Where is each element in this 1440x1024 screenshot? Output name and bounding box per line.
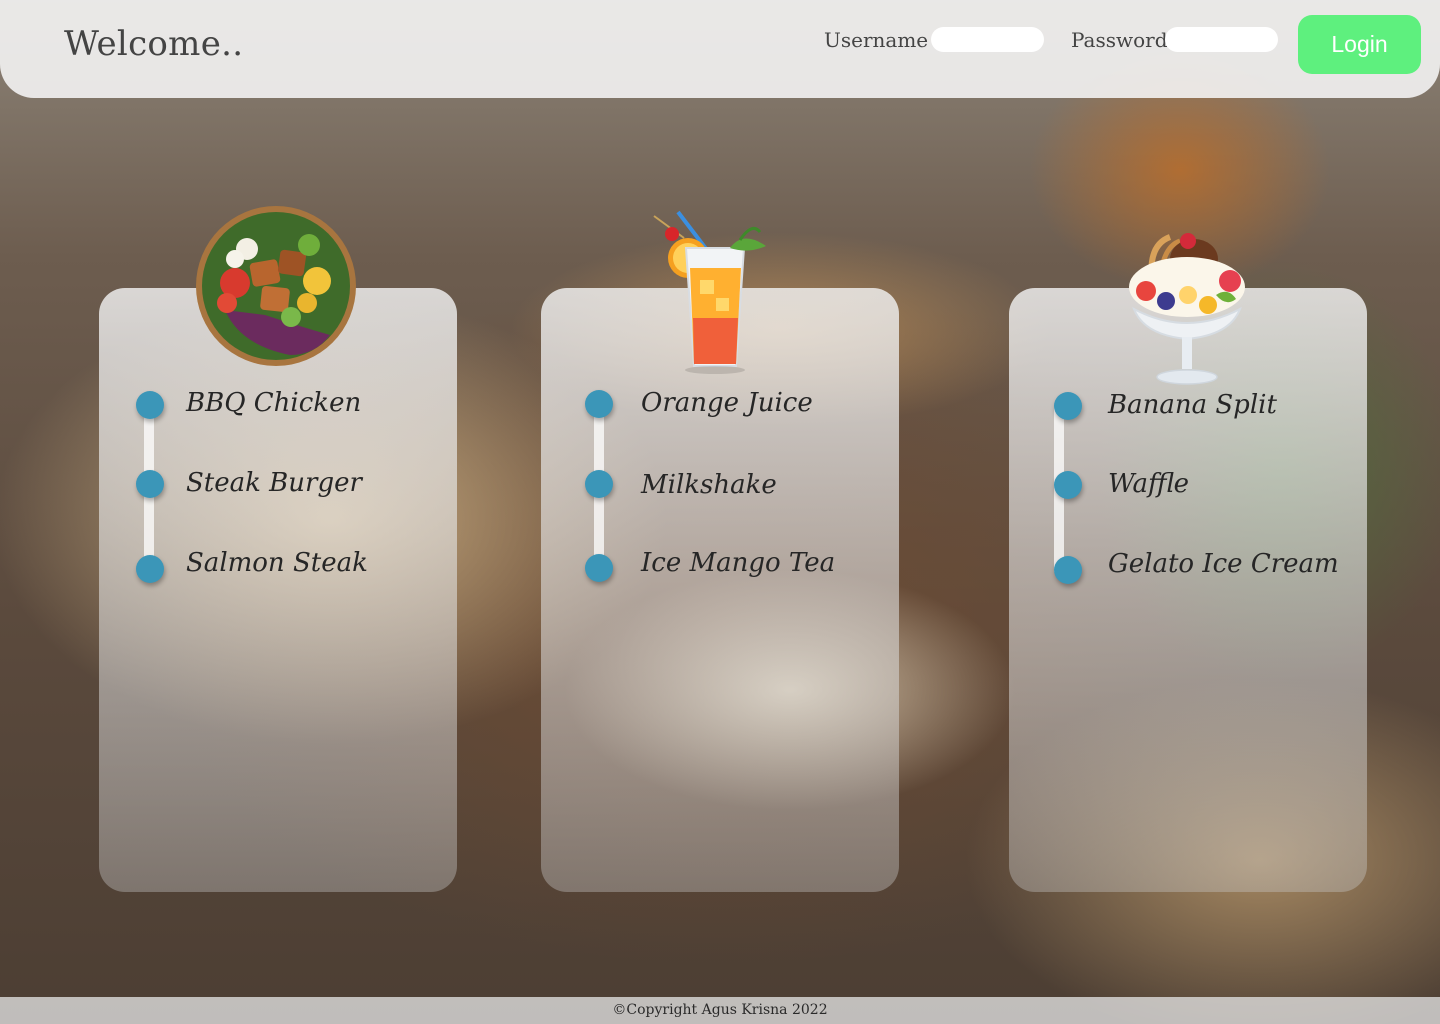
bullet-dot [585, 390, 613, 418]
bullet-dot [136, 470, 164, 498]
footer: ©Copyright Agus Krisna 2022 [0, 997, 1440, 1024]
password-label: Password [1071, 28, 1168, 52]
bullet-dot [585, 470, 613, 498]
password-input[interactable] [1165, 27, 1278, 52]
login-button[interactable]: Login [1298, 15, 1421, 74]
menu-item-waffle[interactable]: Waffle [1108, 469, 1189, 499]
salad-bowl-icon [195, 205, 357, 367]
copyright-text: ©Copyright Agus Krisna 2022 [612, 1002, 828, 1018]
sundae-icon [1118, 225, 1256, 390]
menu-item-milkshake[interactable]: Milkshake [641, 470, 777, 500]
drinks-menu-card: Orange Juice Milkshake Ice Mango Tea [541, 288, 899, 892]
menu-item-orange-juice[interactable]: Orange Juice [641, 388, 813, 418]
username-input[interactable] [931, 27, 1044, 52]
welcome-title: Welcome.. [64, 24, 244, 64]
food-menu-card: BBQ Chicken Steak Burger Salmon Steak [99, 288, 457, 892]
bullet-dot [136, 391, 164, 419]
menu-item-steak-burger[interactable]: Steak Burger [186, 468, 362, 498]
username-label: Username [824, 28, 929, 52]
menu-item-bbq-chicken[interactable]: BBQ Chicken [186, 388, 361, 418]
menu-item-ice-mango-tea[interactable]: Ice Mango Tea [641, 548, 835, 578]
bullet-dot [1054, 392, 1082, 420]
orange-juice-icon [648, 208, 773, 376]
menu-item-salmon-steak[interactable]: Salmon Steak [186, 548, 368, 578]
bullet-dot [136, 555, 164, 583]
bullet-dot [1054, 556, 1082, 584]
top-bar: Welcome.. Username Password Login [0, 0, 1440, 98]
menu-item-gelato-ice-cream[interactable]: Gelato Ice Cream [1108, 549, 1339, 579]
bullet-dot [1054, 471, 1082, 499]
menu-item-banana-split[interactable]: Banana Split [1108, 390, 1277, 420]
bullet-dot [585, 554, 613, 582]
